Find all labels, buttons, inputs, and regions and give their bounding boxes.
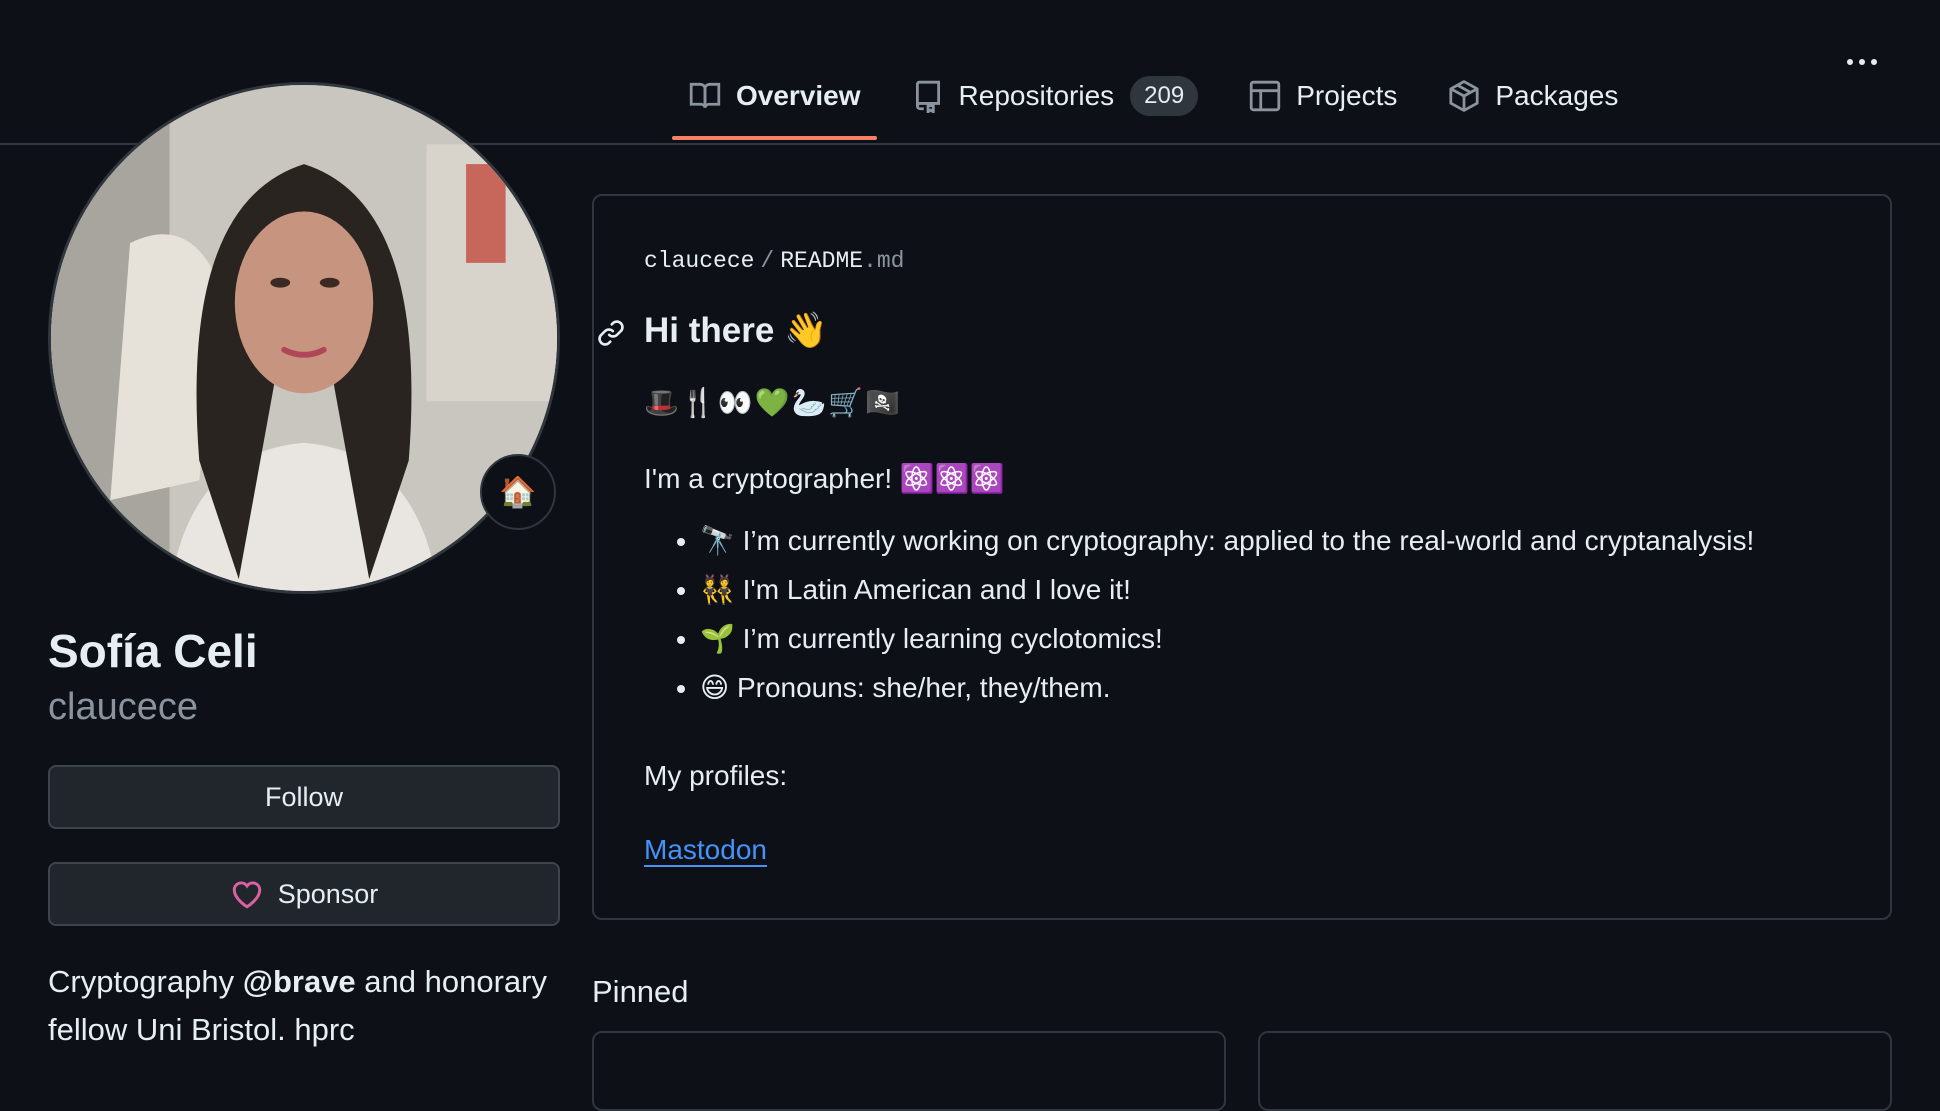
tab-overview-label: Overview [736, 80, 861, 111]
tab-packages-label: Packages [1495, 80, 1619, 111]
readme-file-ext: .md [863, 248, 905, 274]
repositories-count-badge: 209 [1130, 76, 1199, 116]
tab-bar: Overview Repositories 209 Projects Packa… [672, 62, 1634, 145]
mastodon-link[interactable]: Mastodon [644, 834, 767, 866]
status-emoji-button[interactable]: 🏠 [480, 454, 556, 530]
readme-path: claucece / README.md [644, 248, 904, 274]
tab-projects[interactable]: Projects [1232, 62, 1413, 130]
list-item: 🔭 I’m currently working on cryptography:… [700, 516, 1754, 565]
readme-owner-link[interactable]: claucece [644, 248, 754, 274]
tab-repositories-label: Repositories [958, 80, 1115, 111]
bio-text-start: Cryptography [48, 964, 243, 999]
profile-bio: Cryptography @brave and honorary fellow … [48, 958, 568, 1054]
readme-card: claucece / README.md Hi there 👋 🎩🍴👀💚🦢🛒🏴‍☠️… [592, 194, 1892, 920]
tab-packages[interactable]: Packages [1431, 62, 1634, 130]
repo-icon [911, 79, 945, 113]
readme-heading: Hi there 👋 [644, 311, 828, 350]
bio-mention-link[interactable]: @brave [243, 964, 356, 999]
path-separator: / [760, 248, 775, 274]
kebab-dot [1871, 59, 1877, 65]
profile-username: claucece [48, 686, 198, 728]
package-icon [1447, 79, 1481, 113]
kebab-dot [1847, 59, 1853, 65]
follow-button[interactable]: Follow [48, 765, 560, 829]
readme-bullet-list: 🔭 I’m currently working on cryptography:… [644, 516, 1754, 712]
pinned-card[interactable] [1258, 1031, 1892, 1111]
pinned-card[interactable] [592, 1031, 1226, 1111]
emoji-line: 🎩🍴👀💚🦢🛒🏴‍☠️ [644, 387, 903, 418]
pinned-heading: Pinned [592, 974, 689, 1009]
table-icon [1248, 79, 1282, 113]
heart-icon [230, 877, 264, 911]
profile-full-name: Sofía Celi [48, 625, 258, 677]
link-anchor-icon[interactable] [596, 318, 626, 348]
list-item: 🌱 I’m currently learning cyclotomics! [700, 614, 1754, 663]
profiles-label: My profiles: [644, 760, 788, 791]
book-icon [688, 79, 722, 113]
sponsor-label: Sponsor [277, 878, 379, 909]
tab-projects-label: Projects [1296, 80, 1398, 111]
tab-repositories[interactable]: Repositories 209 [895, 62, 1215, 130]
avatar[interactable] [48, 82, 560, 594]
readme-file-name[interactable]: README [780, 248, 863, 274]
more-options-kebab-icon[interactable] [1840, 42, 1884, 82]
list-item: 👯 I'm Latin American and I love it! [700, 565, 1754, 614]
cryptographer-line: I'm a cryptographer! ⚛️⚛️⚛️ [644, 463, 1005, 494]
list-item: 😄 Pronouns: she/her, they/them. [700, 663, 1754, 712]
sponsor-button[interactable]: Sponsor [48, 862, 560, 926]
kebab-dot [1859, 59, 1865, 65]
tab-overview[interactable]: Overview [672, 62, 877, 140]
